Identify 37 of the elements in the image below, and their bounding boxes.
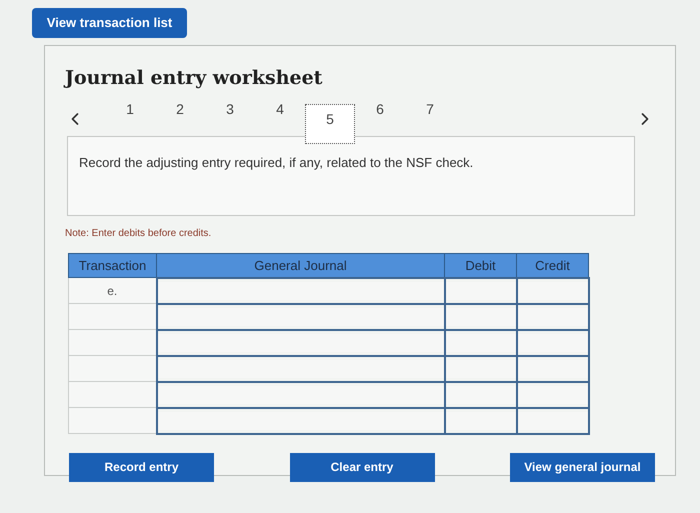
entry-field[interactable] (446, 360, 516, 378)
step-tab[interactable]: 7 (405, 94, 455, 124)
entry-field[interactable] (446, 412, 516, 430)
worksheet-title: Journal entry worksheet (65, 66, 324, 90)
entry-field[interactable] (446, 386, 516, 404)
view-transaction-list-button[interactable]: View transaction list (32, 8, 187, 38)
column-header: General Journal (156, 254, 444, 278)
entry-field[interactable] (518, 334, 588, 352)
entry-field[interactable] (518, 308, 588, 326)
entry-field[interactable] (158, 412, 444, 430)
entry-field[interactable] (518, 412, 588, 430)
note-text: Note: Enter debits before credits. (65, 227, 212, 241)
entry-field[interactable] (158, 308, 444, 326)
column-header: Debit (444, 254, 516, 278)
step-tab[interactable]: 5 (305, 104, 355, 144)
entry-field[interactable] (158, 360, 444, 378)
action-button[interactable]: Record entry (69, 452, 214, 482)
entry-field[interactable] (518, 360, 588, 378)
step-tab[interactable]: 6 (355, 94, 405, 124)
entry-field[interactable] (158, 386, 444, 404)
action-button[interactable]: Clear entry (290, 452, 434, 482)
entry-field[interactable] (446, 334, 516, 352)
step-tab[interactable]: 1 (105, 94, 155, 124)
entry-field[interactable] (446, 282, 516, 300)
step-tab[interactable]: 2 (155, 94, 205, 124)
prompt-text: Record the adjusting entry required, if any, related to the NSF check. (79, 155, 474, 170)
entry-field[interactable] (158, 334, 444, 352)
entry-field[interactable] (518, 282, 588, 300)
column-header: Credit (516, 254, 588, 278)
entry-field[interactable] (158, 282, 444, 300)
step-tab[interactable]: 3 (205, 94, 255, 124)
entry-field[interactable] (446, 308, 516, 326)
transaction-cell: e. (68, 278, 156, 304)
entry-field[interactable] (518, 386, 588, 404)
column-header: Transaction (68, 254, 156, 278)
action-button[interactable]: View general journal (510, 452, 655, 482)
step-tab[interactable]: 4 (255, 94, 305, 124)
